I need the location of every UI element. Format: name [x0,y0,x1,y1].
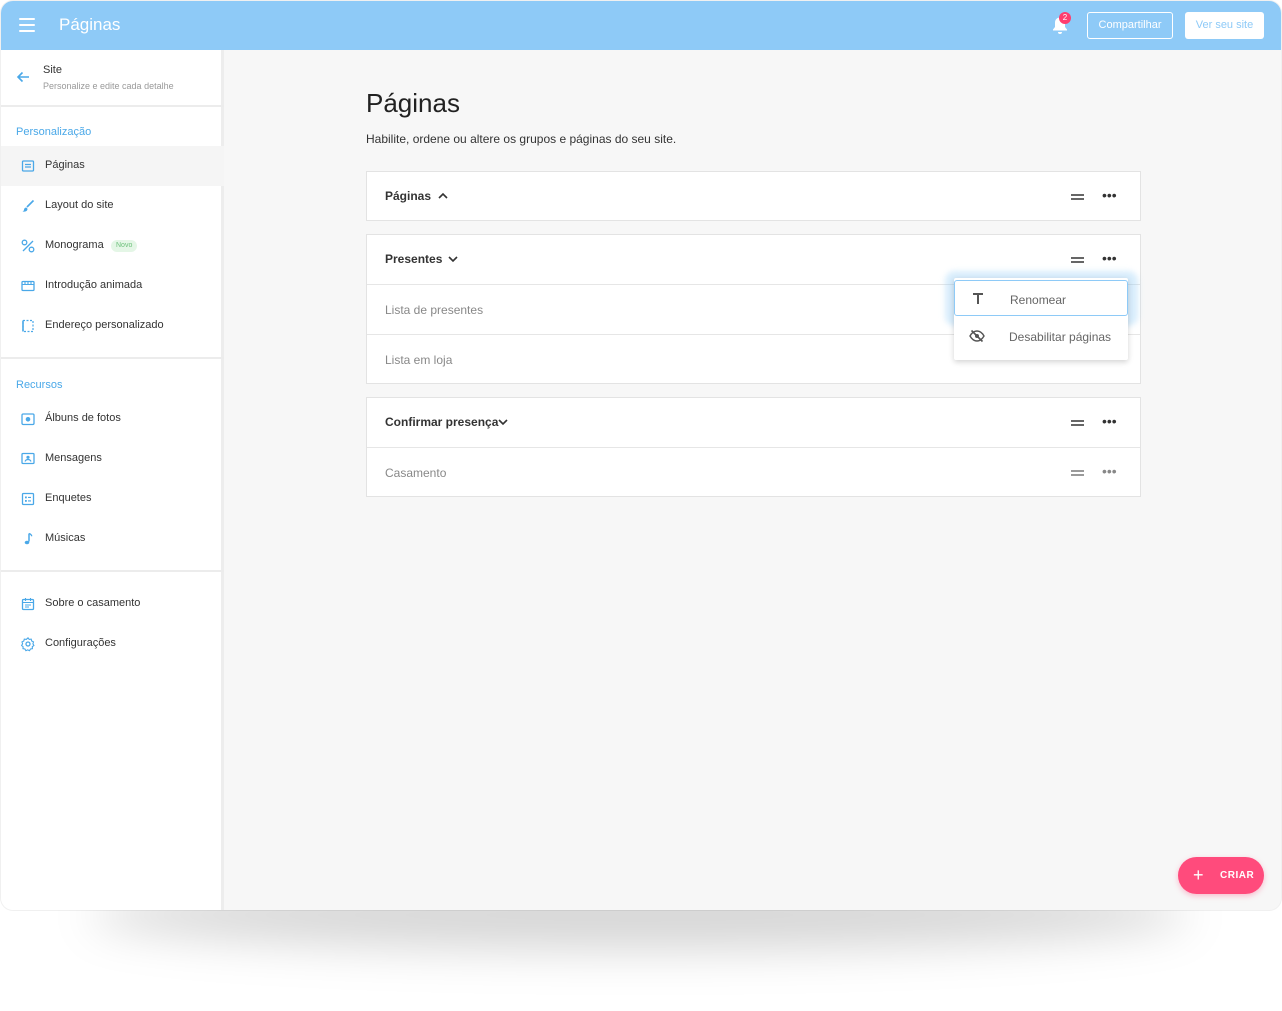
sidebar-item-label: Álbuns de fotos [45,412,121,424]
chevron-up-icon[interactable] [437,191,449,201]
group-title: Páginas [385,189,432,203]
group-header[interactable]: Confirmar presença ••• [367,398,1140,447]
sidebar-item-label: Configurações [45,637,116,649]
section-label-personalizacao: Personalização [16,126,92,138]
sidebar-item-enquetes[interactable]: Enquetes [1,479,224,519]
sidebar-item-label: Monograma [45,239,104,251]
menu-item-label: Desabilitar páginas [1009,330,1112,344]
sidebar-item-mensagens[interactable]: Mensagens [1,439,224,479]
sidebar-item-introducao[interactable]: Introdução animada [1,266,224,306]
share-button[interactable]: Compartilhar [1087,12,1173,39]
notification-badge: 2 [1059,12,1071,24]
menu-item-label: Renomear [1010,293,1067,307]
chevron-down-icon[interactable] [447,254,459,264]
sidebar-item-label: Layout do site [45,199,114,211]
sidebar-site-title: Site [43,64,62,76]
group-card-paginas: Páginas ••• [366,171,1141,221]
sidebar: Site Personalize e edite cada detalhe Pe… [1,50,224,910]
music-note-icon [24,532,33,545]
group-title: Presentes [385,252,443,266]
sidebar-divider [1,105,224,107]
more-options-icon[interactable]: ••• [1102,251,1117,265]
page-title: Páginas [366,88,460,118]
poll-icon [21,492,35,506]
sidebar-item-label: Mensagens [45,452,102,464]
sidebar-item-label: Sobre o casamento [45,597,141,609]
sidebar-item-configuracoes[interactable]: Configurações [1,624,224,664]
context-menu: Renomear Desabilitar páginas [954,278,1128,360]
app-title: Páginas [59,15,121,34]
drag-handle-icon[interactable] [1071,257,1084,263]
text-format-icon [973,293,983,304]
section-label-recursos: Recursos [16,379,63,391]
calendar-icon [21,598,35,611]
page-row[interactable]: Casamento ••• [367,447,1140,496]
gear-icon [20,636,35,652]
page-row-label: Casamento [385,466,447,480]
group-header[interactable]: Páginas ••• [367,172,1140,221]
eye-off-icon [969,329,985,343]
frame-icon [22,319,34,333]
message-icon [21,452,35,465]
more-options-icon[interactable]: ••• [1102,464,1117,478]
camera-icon [21,413,35,426]
sidebar-divider [1,570,224,572]
more-options-icon[interactable]: ••• [1102,414,1117,428]
sidebar-site-subtitle: Personalize e edite cada detalhe [43,81,174,91]
plus-icon: + [1193,865,1204,885]
sidebar-item-label: Músicas [45,532,86,544]
drag-handle-icon[interactable] [1071,470,1084,476]
sidebar-item-label: Introdução animada [45,279,143,291]
percent-icon [21,239,35,253]
sidebar-item-label: Enquetes [45,492,92,504]
drag-handle-icon[interactable] [1071,420,1084,426]
create-button-label: CRIAR [1220,870,1255,881]
menu-item-rename[interactable]: Renomear [954,280,1128,316]
sidebar-divider [1,357,224,359]
page-icon [21,160,35,172]
sidebar-item-monograma[interactable]: Monograma Novo [1,226,224,266]
sidebar-item-paginas[interactable]: Páginas [1,146,224,186]
app-window: Páginas 2 Compartilhar Ver seu site Site… [1,1,1281,910]
sidebar-item-label: Páginas [45,159,85,171]
create-button[interactable]: + CRIAR [1178,857,1264,894]
sidebar-item-musicas[interactable]: Músicas [1,519,224,559]
menu-icon[interactable] [19,18,35,32]
film-icon [21,280,35,292]
sidebar-item-endereco[interactable]: Endereço personalizado [1,306,224,346]
sidebar-item-sobre[interactable]: Sobre o casamento [1,584,224,624]
group-title: Confirmar presença [385,415,499,429]
new-badge: Novo [111,240,138,252]
sidebar-item-label: Endereço personalizado [45,319,164,331]
chevron-down-icon[interactable] [497,417,509,427]
page-subtitle: Habilite, ordene ou altere os grupos e p… [366,132,677,146]
group-card-confirmar-presenca: Confirmar presença ••• Casamento ••• [366,397,1141,497]
brush-icon [22,199,35,212]
sidebar-item-albuns[interactable]: Álbuns de fotos [1,399,224,439]
sidebar-item-layout[interactable]: Layout do site [1,186,224,226]
top-bar: Páginas 2 Compartilhar Ver seu site [1,1,1281,50]
page-row-label: Lista de presentes [385,303,484,317]
view-site-button[interactable]: Ver seu site [1185,12,1264,39]
back-arrow-icon[interactable] [16,70,30,84]
menu-item-disable-pages[interactable]: Desabilitar páginas [954,318,1128,354]
page-row-label: Lista em loja [385,353,453,367]
drag-handle-icon[interactable] [1071,194,1084,200]
more-options-icon[interactable]: ••• [1102,188,1117,202]
